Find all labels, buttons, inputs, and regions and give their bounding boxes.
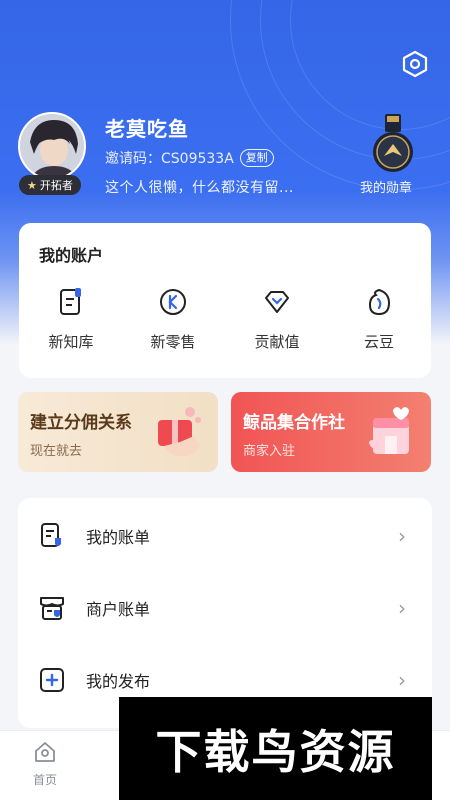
publish-plus-icon xyxy=(40,668,64,692)
tab-home[interactable]: 首页 xyxy=(0,739,90,788)
menu-card: 我的账单 › 商户账单 › 我的发布 › xyxy=(18,498,432,728)
shop-bill-icon xyxy=(40,597,64,620)
account-item-contribution[interactable]: 贡献值 xyxy=(237,287,317,352)
avatar[interactable] xyxy=(18,112,86,180)
account-item-label: 贡献值 xyxy=(254,333,300,351)
account-item-label: 新知库 xyxy=(48,333,94,351)
watermark-overlay: 下载鸟资源 xyxy=(119,697,432,800)
shop-hearts-icon xyxy=(369,407,409,454)
star-icon: ★ xyxy=(27,178,37,192)
account-title: 我的账户 xyxy=(39,246,104,265)
bean-icon xyxy=(368,288,391,316)
promo-cooperative-banner[interactable]: 鲸品集合作社 商家入驻 xyxy=(231,392,431,472)
menu-item-merchant-bill[interactable]: 商户账单 › xyxy=(18,580,432,636)
settings-button[interactable] xyxy=(400,49,430,79)
document-icon xyxy=(60,288,81,315)
menu-item-label: 我的账单 xyxy=(86,528,151,547)
invite-code: 邀请码：CS09533A xyxy=(105,151,234,167)
chevron-right-icon: › xyxy=(398,524,406,548)
watermark-text: 下载鸟资源 xyxy=(155,724,396,779)
promo-subtitle: 商家入驻 xyxy=(243,444,296,459)
account-card: 我的账户 新知库 新零售 贡献值 云豆 xyxy=(19,223,431,378)
account-item-label: 云豆 xyxy=(363,333,394,351)
my-medal-label: 我的勋章 xyxy=(360,181,413,196)
promo-commission-banner[interactable]: 建立分佣关系 现在就去 xyxy=(18,392,218,472)
pioneer-badge: ★ 开拓者 xyxy=(19,175,81,195)
invite-code-row: 邀请码：CS09533A 复制 xyxy=(105,148,274,168)
user-bio: 这个人很懒，什么都没有留... xyxy=(105,180,294,196)
k-coin-icon xyxy=(160,289,186,315)
account-item-cloud-bean[interactable]: 云豆 xyxy=(339,287,419,352)
heart-diamond-icon xyxy=(265,291,289,313)
menu-item-my-bill[interactable]: 我的账单 › xyxy=(18,508,432,564)
promo-subtitle: 现在就去 xyxy=(30,444,83,459)
home-icon xyxy=(35,742,55,762)
chevron-right-icon: › xyxy=(398,596,406,620)
bill-shield-icon xyxy=(41,523,61,547)
copy-invite-button[interactable]: 复制 xyxy=(239,149,274,167)
tab-label: 首页 xyxy=(32,773,57,787)
gift-hand-icon xyxy=(158,407,201,457)
medal-icon xyxy=(373,114,413,172)
account-item-retail[interactable]: 新零售 xyxy=(133,287,213,352)
account-item-knowledge[interactable]: 新知库 xyxy=(31,287,111,352)
promo-title: 建立分佣关系 xyxy=(30,413,132,433)
menu-item-label: 商户账单 xyxy=(86,600,151,619)
hexagon-settings-icon xyxy=(402,50,428,78)
promo-title: 鲸品集合作社 xyxy=(243,413,345,433)
nickname: 老莫吃鱼 xyxy=(105,117,189,141)
pioneer-badge-label: 开拓者 xyxy=(39,179,73,192)
account-item-label: 新零售 xyxy=(150,333,196,351)
menu-item-label: 我的发布 xyxy=(86,672,151,691)
chevron-right-icon: › xyxy=(398,668,406,692)
my-medal-button[interactable] xyxy=(370,112,416,176)
